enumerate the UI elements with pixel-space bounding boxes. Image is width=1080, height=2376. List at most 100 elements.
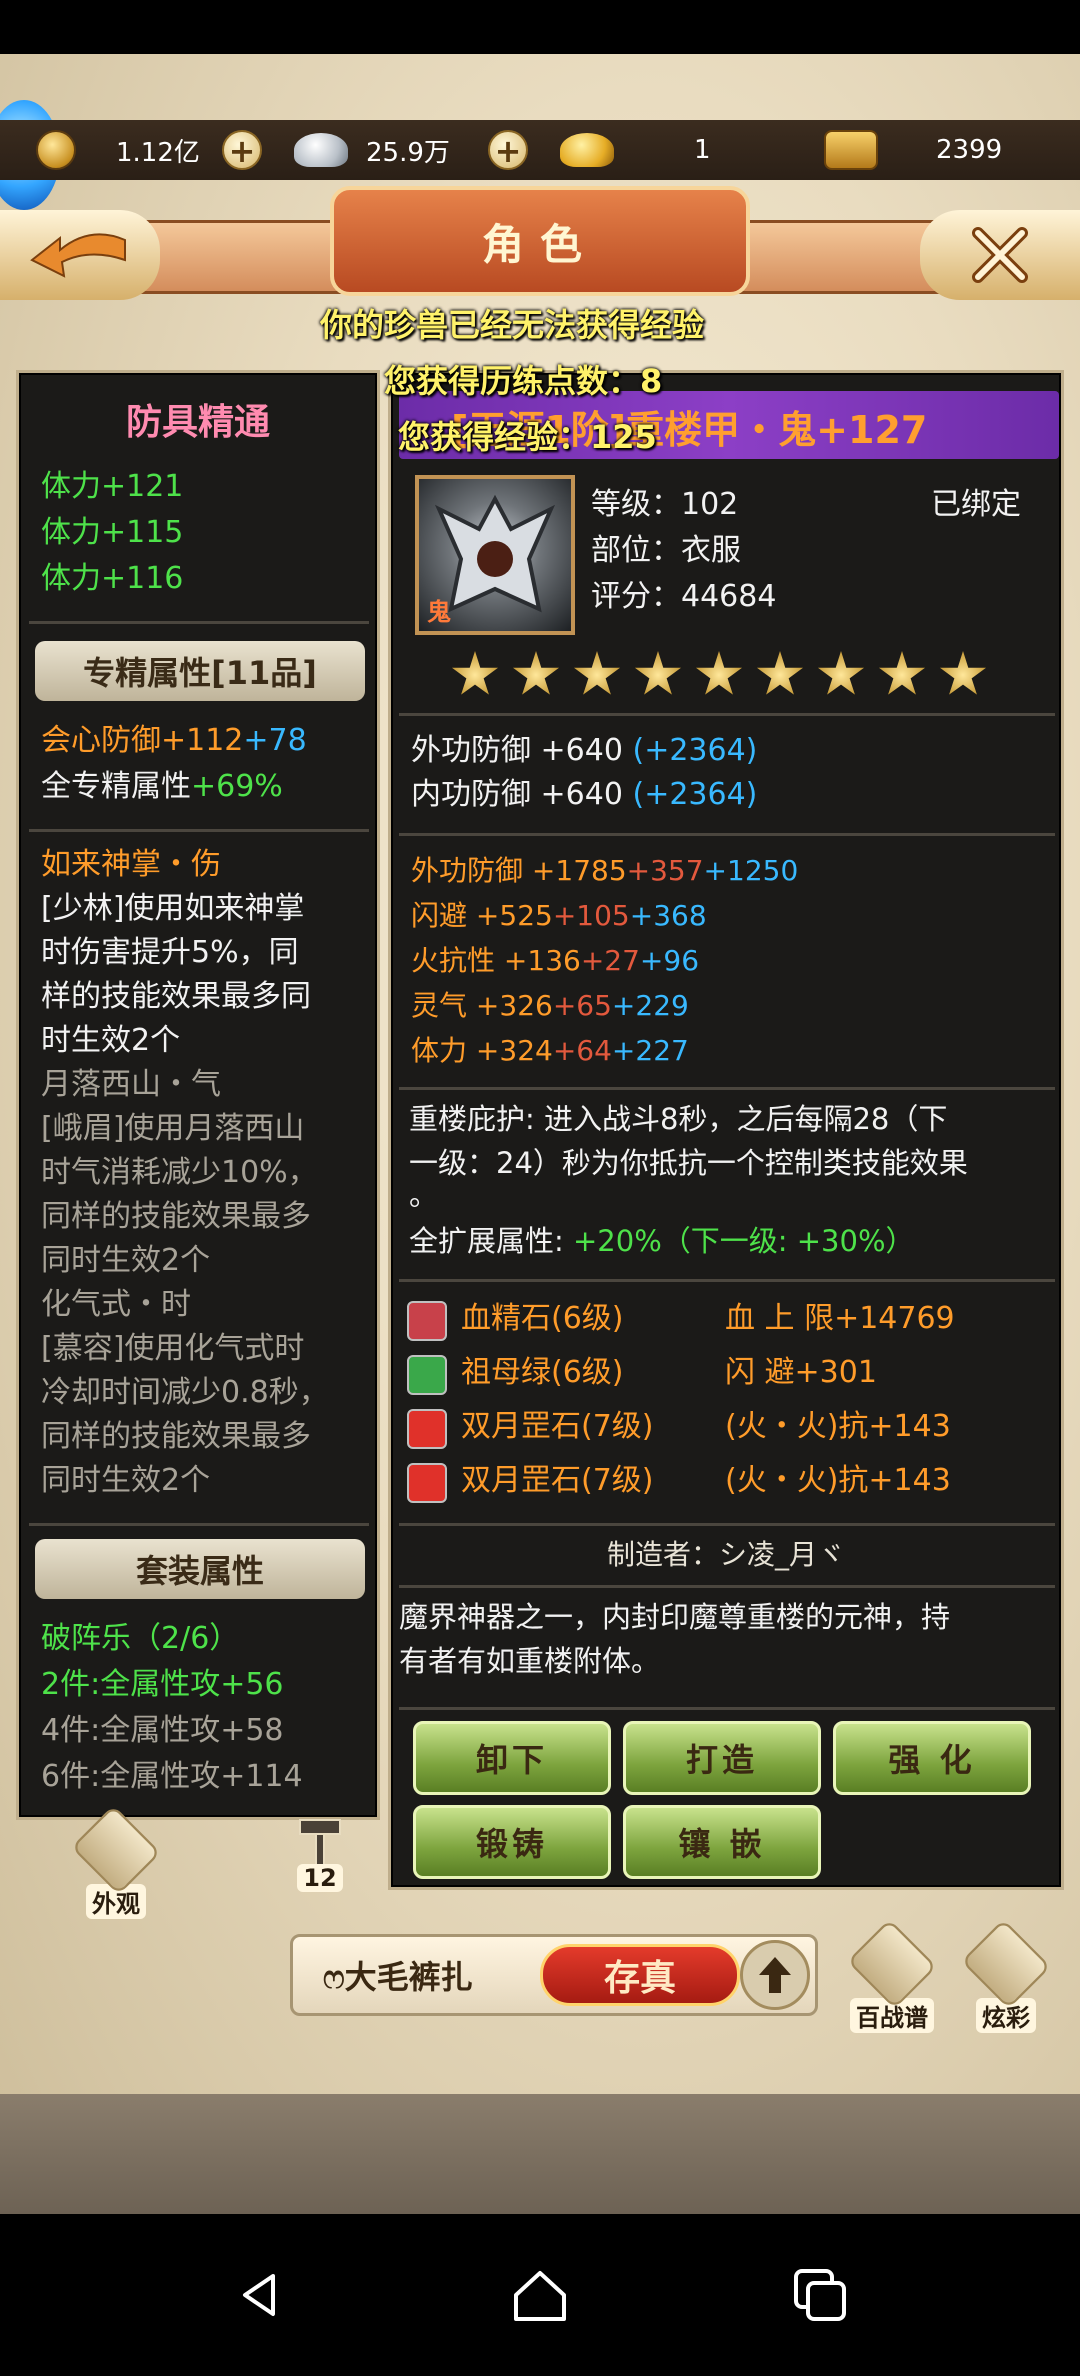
- extra-stat-label: 外功防御: [411, 854, 524, 887]
- set-bonus-2: 2件:全属性攻+56: [41, 1667, 284, 1702]
- gem-4-name: 双月罡石(7级): [461, 1463, 654, 1498]
- base-stat-bonus: (+2364): [632, 777, 758, 812]
- divider: [399, 1087, 1055, 1090]
- divider: [399, 1279, 1055, 1282]
- star-icon: [451, 651, 499, 695]
- divider: [399, 1523, 1055, 1526]
- close-icon: [972, 227, 1028, 283]
- star-icon: [878, 651, 926, 695]
- star-icon: [756, 651, 804, 695]
- all-spec-line: 全专精属性+69%: [41, 765, 283, 809]
- unequip-button[interactable]: 卸下: [413, 1721, 611, 1795]
- star-icon: [817, 651, 865, 695]
- extra-stat-refine: +357: [626, 854, 704, 887]
- divider: [399, 1707, 1055, 1710]
- divider: [399, 1585, 1055, 1588]
- star-icon: [573, 651, 621, 695]
- skill-1-desc-4: 时生效2个: [41, 1023, 181, 1058]
- extra-stat-label: 闪避: [411, 899, 468, 932]
- copper-currency: 1.12亿: [36, 120, 200, 180]
- battle-book-button[interactable]: 百战谱: [842, 1918, 942, 2034]
- save-appearance-button[interactable]: 存真: [540, 1944, 740, 2006]
- twin-moon-gem-icon: [407, 1463, 447, 1503]
- upload-button[interactable]: [740, 1940, 810, 2010]
- item-icon-tag: 鬼: [427, 598, 451, 626]
- blood-gem-icon: [407, 1301, 447, 1341]
- extra-stat-bonus: +368: [629, 899, 707, 932]
- slot-value: 衣服: [681, 533, 741, 568]
- inlay-button[interactable]: 镶 嵌: [623, 1805, 821, 1879]
- recents-icon: [794, 2269, 846, 2321]
- dye-button[interactable]: 炫彩: [956, 1918, 1056, 2034]
- extra-stat-refine: +27: [580, 944, 640, 977]
- add-copper-button[interactable]: +: [222, 130, 262, 170]
- locked-gold-icon: [824, 130, 878, 170]
- enhance-button[interactable]: 强 化: [833, 1721, 1031, 1795]
- star-icon: [695, 651, 743, 695]
- stamina-line-1: 体力+121: [41, 469, 184, 504]
- item-desc-2: 有者有如重楼附体。: [399, 1644, 661, 1678]
- skill-3-desc-3: 同样的技能效果最多: [41, 1419, 311, 1454]
- player-name: ෆ大毛裤扎: [323, 1958, 473, 1996]
- skill-1-desc-1: [少林]使用如来神掌: [41, 891, 305, 926]
- divider: [29, 829, 369, 832]
- armor-item-icon: 鬼: [415, 475, 575, 635]
- gem-3-name: 双月罡石(7级): [461, 1409, 654, 1444]
- gem-4-effect: (火・火)抗+143: [725, 1463, 951, 1498]
- all-extension-value: +20%（下一级: +30%）: [573, 1224, 915, 1258]
- extra-stat-label: 火抗性: [411, 944, 496, 977]
- star-rating: [451, 651, 987, 699]
- home-icon: [514, 2271, 566, 2321]
- skill-1-desc-3: 样的技能效果最多同: [41, 979, 311, 1014]
- skill-1-name: 如来神掌・伤: [41, 847, 221, 882]
- slot-label: 部位：: [591, 533, 681, 568]
- maker-line: 制造者：シ凌_月ヾ: [606, 1538, 845, 1571]
- divider: [399, 713, 1055, 716]
- passive-line-2: 一级：24）秒为你抵抗一个控制类技能效果: [409, 1146, 968, 1180]
- title-bar: 角色: [0, 180, 1080, 320]
- extra-stat-base: +136: [503, 944, 581, 977]
- gem-1-effect: 血 上 限+14769: [725, 1301, 955, 1336]
- craft-button[interactable]: 打造: [623, 1721, 821, 1795]
- stamina-line-2: 体力+115: [41, 515, 184, 550]
- gold-ingot-icon: [560, 133, 614, 167]
- forge-button[interactable]: 锻铸: [413, 1805, 611, 1879]
- all-spec-label: 全专精属性: [41, 769, 191, 804]
- base-stat-bonus: (+2364): [632, 733, 758, 768]
- mastery-title: 防具精通: [125, 402, 270, 443]
- skill-2-desc-1: [峨眉]使用月落西山: [41, 1111, 305, 1146]
- book-icon: [846, 1918, 938, 2010]
- hammer-button[interactable]: 12: [270, 1810, 370, 1920]
- gem-3-effect: (火・火)抗+143: [725, 1409, 951, 1444]
- recents-nav-button[interactable]: [775, 2250, 865, 2340]
- back-nav-button[interactable]: [215, 2250, 305, 2340]
- bound-gold-amount: 2399: [936, 135, 1003, 165]
- level-line: 等级：102: [591, 483, 738, 527]
- extra-stat-3: 火抗性 +136+27+96: [411, 939, 699, 983]
- appearance-button[interactable]: 外观: [66, 1804, 166, 1920]
- back-arrow-icon: [30, 233, 126, 278]
- star-icon: [512, 651, 560, 695]
- extra-stat-base: +525: [475, 899, 553, 932]
- extra-stat-base: +324: [475, 1034, 553, 1067]
- extra-stat-refine: +64: [552, 1034, 612, 1067]
- all-extension-label: 全扩展属性:: [409, 1224, 564, 1258]
- star-icon: [634, 651, 682, 695]
- skill-2-desc-3: 同样的技能效果最多: [41, 1199, 311, 1234]
- back-button[interactable]: [0, 210, 160, 300]
- item-tooltip-panel: [无涯1阶]重楼甲・鬼+127 鬼 等级：102 已绑定 部位：衣服 评分：44…: [388, 370, 1064, 1890]
- item-desc-1: 魔界神器之一，内封印魔尊重楼的元神，持: [399, 1600, 951, 1634]
- bound-gold-currency: 2399: [824, 120, 1002, 180]
- silver-amount: 25.9万: [366, 137, 450, 168]
- exp-toast: 您获得经验：125: [398, 418, 657, 456]
- extra-stat-2: 闪避 +525+105+368: [411, 894, 707, 938]
- crit-defense-bonus: +78: [243, 723, 307, 758]
- skill-1-desc-2: 时伤害提升5%，同: [41, 935, 299, 970]
- gem-2-name: 祖母绿(6级): [461, 1355, 624, 1390]
- add-silver-button[interactable]: +: [488, 130, 528, 170]
- skill-2-name: 月落西山・气: [41, 1067, 221, 1102]
- extra-stat-bonus: +1250: [703, 854, 799, 887]
- copper-coin-icon: [36, 130, 76, 170]
- close-button[interactable]: [920, 210, 1080, 300]
- home-nav-button[interactable]: [495, 2250, 585, 2340]
